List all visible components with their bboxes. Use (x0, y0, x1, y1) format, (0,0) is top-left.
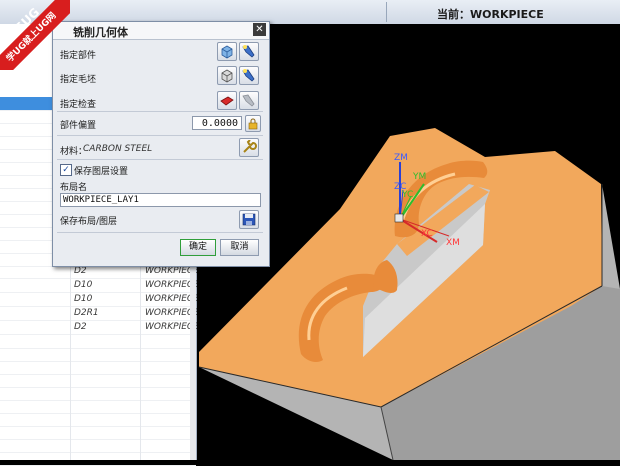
dialog-divider (57, 232, 263, 233)
cancel-button[interactable]: 取消 (220, 239, 259, 256)
lock-icon (248, 118, 258, 130)
material-value: CARBON STEEL (83, 144, 153, 154)
display-part-button[interactable] (239, 42, 259, 61)
table-row[interactable] (0, 413, 196, 427)
table-row[interactable] (0, 348, 196, 362)
specify-blank-label: 指定毛坯 (60, 75, 97, 85)
floppy-disk-icon (242, 213, 256, 226)
save-layer-settings-label: 保存图层设置 (74, 167, 129, 177)
dialog-titlebar[interactable]: 铣削几何体 ✕ (53, 22, 269, 40)
display-check-button[interactable] (239, 91, 259, 110)
part-cube-icon (221, 45, 233, 59)
watermark-logo: 9SUG 学UG就上UG网 (0, 0, 70, 70)
close-button[interactable]: ✕ (253, 23, 266, 36)
triad-zm-label: ZM (394, 153, 408, 163)
table-row[interactable] (0, 374, 196, 388)
save-layout-button[interactable] (239, 210, 259, 229)
flashlight-icon (242, 45, 255, 58)
dialog-title: 铣削几何体 (73, 26, 128, 39)
layout-name-label: 布局名 (60, 183, 88, 193)
table-row[interactable] (0, 361, 196, 375)
part-offset-label: 部件偏置 (60, 121, 97, 131)
table-row[interactable]: D2 WORKPIECE (0, 265, 199, 279)
specify-check-label: 指定检查 (60, 100, 97, 110)
table-row[interactable] (0, 387, 196, 401)
tool-cell: D2 (74, 266, 87, 276)
offset-lock-button[interactable] (245, 115, 261, 132)
flashlight-icon (242, 69, 255, 82)
layout-name-input[interactable]: WORKPIECE_LAY1 (60, 193, 261, 207)
select-blank-button[interactable] (217, 66, 237, 85)
table-row[interactable] (0, 335, 196, 349)
tool-cell: D10 (74, 294, 93, 304)
tool-cell: D10 (74, 280, 93, 290)
tool-cell: D2 (74, 322, 87, 332)
table-row[interactable]: D2 WORKPIECE (0, 321, 199, 335)
current-geometry-label: 当前：WORKPIECE (437, 8, 544, 21)
display-blank-button[interactable] (239, 66, 259, 85)
triad-xc-label: XC (421, 229, 433, 239)
dialog-divider (57, 159, 263, 160)
ok-button[interactable]: 确定 (180, 239, 216, 256)
dialog-divider (57, 111, 263, 112)
triad-xm-label: XM (446, 238, 460, 248)
part-offset-input[interactable]: 0.0000 (192, 116, 242, 130)
table-row[interactable] (0, 439, 196, 453)
save-layout-layer-label: 保存布局/图层 (60, 217, 118, 227)
triad-yc-label: YC (402, 190, 414, 200)
select-part-button[interactable] (217, 42, 237, 61)
topbar-divider (386, 2, 387, 22)
triad-ym-label: YM (413, 172, 427, 182)
dialog-divider (57, 135, 263, 136)
wrench-icon (243, 140, 257, 153)
table-row[interactable]: D2R1 WORKPIECE (0, 307, 199, 321)
flashlight-icon (242, 94, 255, 107)
table-row[interactable] (0, 426, 196, 440)
tool-cell: D2R1 (74, 308, 99, 318)
table-row[interactable] (0, 452, 196, 466)
mill-geometry-dialog[interactable]: 铣削几何体 ✕ 指定部件 指定毛坯 指定检查 部件偏置 0.0000 材料： C… (52, 21, 270, 267)
select-check-button[interactable] (217, 91, 237, 110)
blank-cube-icon (221, 69, 233, 83)
material-button[interactable] (239, 138, 259, 157)
table-row[interactable] (0, 400, 196, 414)
table-row[interactable]: D10 WORKPIECE (0, 279, 199, 293)
table-row[interactable]: D10 WORKPIECE (0, 293, 199, 307)
save-layer-settings-checkbox[interactable]: ✓ (60, 164, 72, 176)
check-body-icon (220, 96, 234, 106)
